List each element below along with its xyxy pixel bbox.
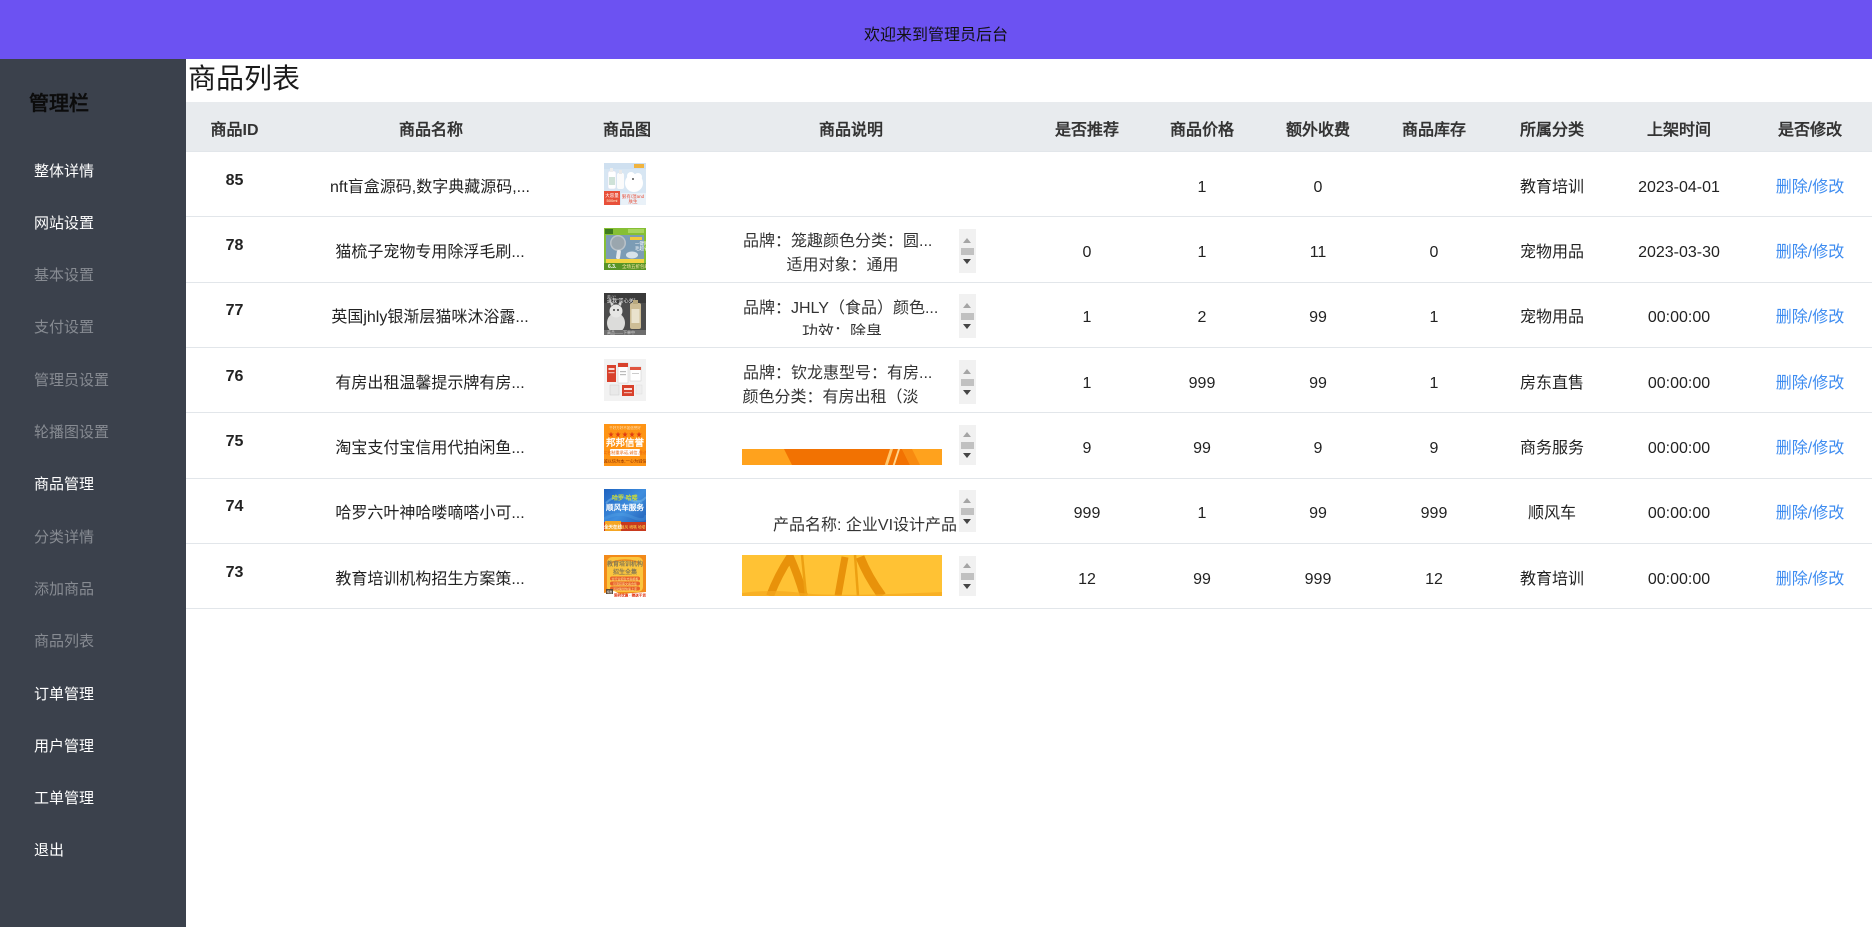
svg-text:毛超省: 毛超省 [635,245,646,252]
svg-text:肤生: 肤生 [629,198,638,205]
svg-text:高品——下单中: 高品——下单中 [607,329,635,335]
svg-text:千好万好不如信誉好: 千好万好不如信誉好 [609,425,641,430]
svg-text:邦邦信誉: 邦邦信誉 [606,437,645,449]
svg-text:活动策划快速上手: 活动策划快速上手 [613,585,637,590]
svg-text:限时优惠 · 赠送干货: 限时优惠 · 赠送干货 [614,592,646,597]
svg-text:教育培训机构: 教育培训机构 [606,560,643,568]
svg-text:顺风 嘀嗒 哈喽: 顺风 嘀嗒 哈喽 [621,525,646,530]
svg-text:全场五折包邮: 全场五折包邮 [622,263,646,270]
svg-text:哈罗 哈喽: 哈罗 哈喽 [612,494,638,502]
svg-text:6.3.: 6.3. [608,264,617,270]
svg-text:诚以信为本,一心为诚信: 诚以信为本,一心为诚信 [604,457,646,464]
svg-text:特惠: 特惠 [607,590,613,594]
svg-text:引流获客文案合集: 引流获客文案合集 [613,580,637,585]
svg-text:500ml: 500ml [607,198,618,203]
svg-text:顺风车服务: 顺风车服务 [606,502,644,512]
svg-text:全行业招生方案模板: 全行业招生方案模板 [611,575,638,580]
svg-text:实名制重承诺,诚信,靠谱: 实名制重承诺,诚信,靠谱 [604,449,646,456]
svg-text:招生全集: 招生全集 [613,568,638,576]
